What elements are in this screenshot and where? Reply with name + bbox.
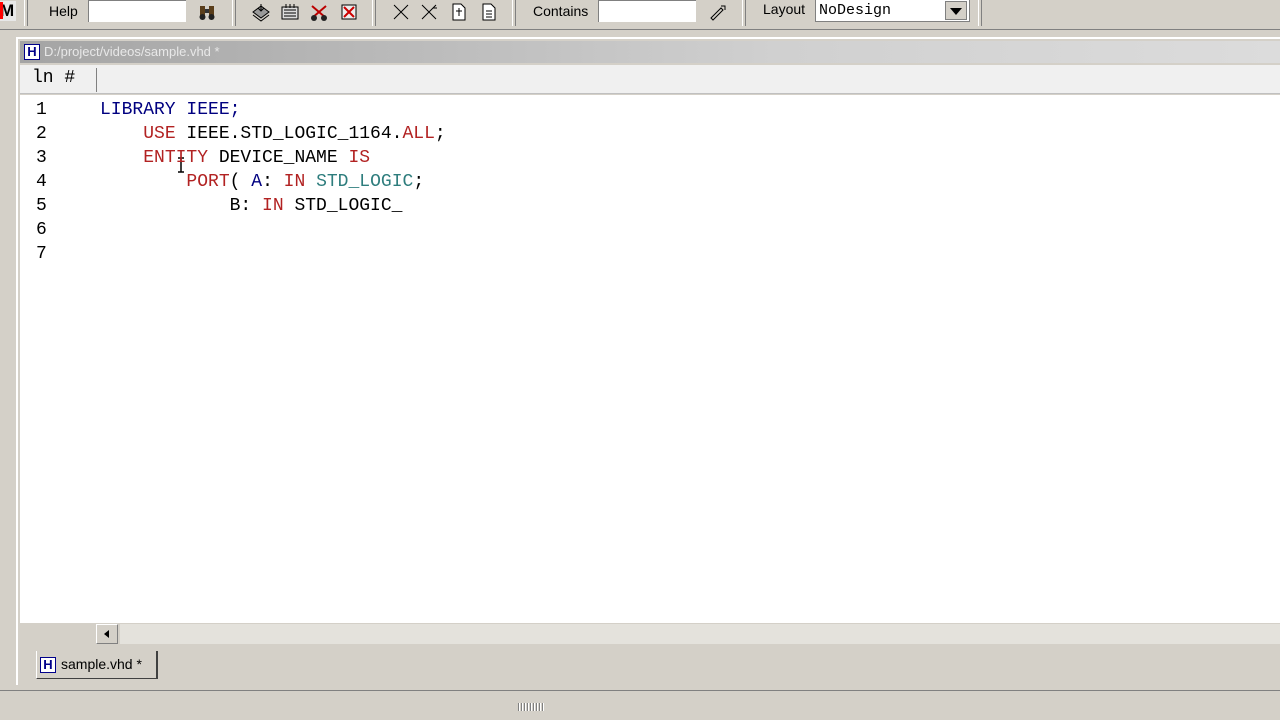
code-token: IEEE; [186,100,241,120]
new-file-icon[interactable] [448,1,470,23]
line-number: 4 [36,172,47,192]
toolbar-grip[interactable] [978,0,982,26]
gutter-divider [96,68,97,92]
code-token: DEVICE_NAME [208,148,349,168]
line-number: 6 [36,220,47,240]
code-token: STD_LOGIC_ [283,196,403,216]
code-text[interactable]: LIBRARY IEEE; [100,98,240,122]
editor-title: D:/project/videos/sample.vhd * [44,44,220,59]
line-number: 7 [36,244,47,264]
horizontal-scrollbar[interactable] [20,623,1280,645]
toolbar-grip[interactable] [372,0,376,26]
source-editor-window: H D:/project/videos/sample.vhd * ln # 1 L… [16,37,1280,685]
layout-select[interactable]: NoDesign [815,0,970,22]
wave-zoom-icon[interactable] [418,1,440,23]
code-token: A [251,172,263,192]
code-token: IS [348,148,371,168]
code-token: ; [434,124,446,144]
help-label[interactable]: Help [49,3,78,19]
code-text[interactable]: ENTITY DEVICE_NAME IS [100,146,370,170]
line-number: 3 [36,148,47,168]
line-number: 1 [36,100,47,120]
code-token: : [262,172,284,192]
code-token: USE [143,124,176,144]
scrollbar-track[interactable] [120,624,1280,644]
code-text[interactable]: USE IEEE.STD_LOGIC_1164.ALL; [100,122,446,146]
code-token: STD_LOGIC [305,172,414,192]
code-text[interactable]: B: IN STD_LOGIC_ [100,194,403,218]
save-file-icon[interactable] [478,1,500,23]
code-line[interactable]: 6 [20,218,1280,242]
toolbar-grip[interactable] [232,0,236,26]
code-line[interactable]: 3 ENTITY DEVICE_NAME IS [20,146,1280,170]
code-token: ENTITY [143,148,209,168]
document-tabstrip: H sample.vhd * [20,645,1280,685]
toolbar-grip[interactable] [742,0,746,26]
line-number-header: ln # [20,65,1280,94]
code-token: ; [413,172,425,192]
contains-label: Contains [533,3,589,19]
pen-icon[interactable] [706,1,728,23]
line-number: 2 [36,124,47,144]
main-toolbar: M Help Contains Layout NoDesign [0,0,1280,30]
binoculars-icon[interactable] [196,1,218,23]
code-token: PORT [186,172,230,192]
app-window: M Help Contains Layout NoDesign H D:/pro… [0,0,1280,720]
code-token: LIBRARY [100,100,187,120]
code-text[interactable]: PORT( A: IN STD_LOGIC; [100,170,424,194]
layout-label: Layout [763,1,806,17]
toolbar-grip[interactable] [24,0,28,26]
vhdl-file-icon: H [24,44,40,60]
line-number: 5 [36,196,47,216]
splitter-handle[interactable] [518,703,544,711]
code-token: B: [100,196,263,216]
code-line[interactable]: 7 [20,242,1280,266]
code-token: IEEE.STD_LOGIC_1164. [175,124,403,144]
tab-label: sample.vhd * [61,656,142,672]
code-token: IN [262,196,284,216]
break-icon[interactable] [338,1,360,23]
code-token: ALL [402,124,435,144]
compile-all-icon[interactable] [279,1,301,23]
code-token: IN [283,172,306,192]
code-line[interactable]: 2 USE IEEE.STD_LOGIC_1164.ALL; [20,122,1280,146]
status-splitter [0,690,1280,720]
simulate-icon[interactable] [308,1,330,23]
help-search-input[interactable] [88,0,186,22]
vhdl-file-icon: H [40,657,56,673]
toolbar-grip[interactable] [512,0,516,26]
layout-select-value: NoDesign [819,2,892,19]
code-line[interactable]: 5 B: IN STD_LOGIC_ [20,194,1280,218]
scroll-left-icon[interactable] [96,624,118,644]
code-line[interactable]: 1 LIBRARY IEEE; [20,98,1280,122]
line-number-label: ln # [32,68,76,88]
compile-icon[interactable] [250,1,272,23]
editor-titlebar[interactable]: H D:/project/videos/sample.vhd * [20,41,1280,63]
contains-filter-input[interactable] [598,0,696,22]
code-line[interactable]: 4 PORT( A: IN STD_LOGIC; [20,170,1280,194]
chevron-down-icon[interactable] [945,1,967,20]
code-token: ( [229,172,252,192]
code-editor[interactable]: 1 LIBRARY IEEE; 2 USE IEEE.STD_LOGIC_1164.… [20,95,1280,623]
app-logo: M [0,1,16,21]
wave-icon[interactable] [390,1,412,23]
tab-sample-vhd[interactable]: H sample.vhd * [36,651,158,679]
